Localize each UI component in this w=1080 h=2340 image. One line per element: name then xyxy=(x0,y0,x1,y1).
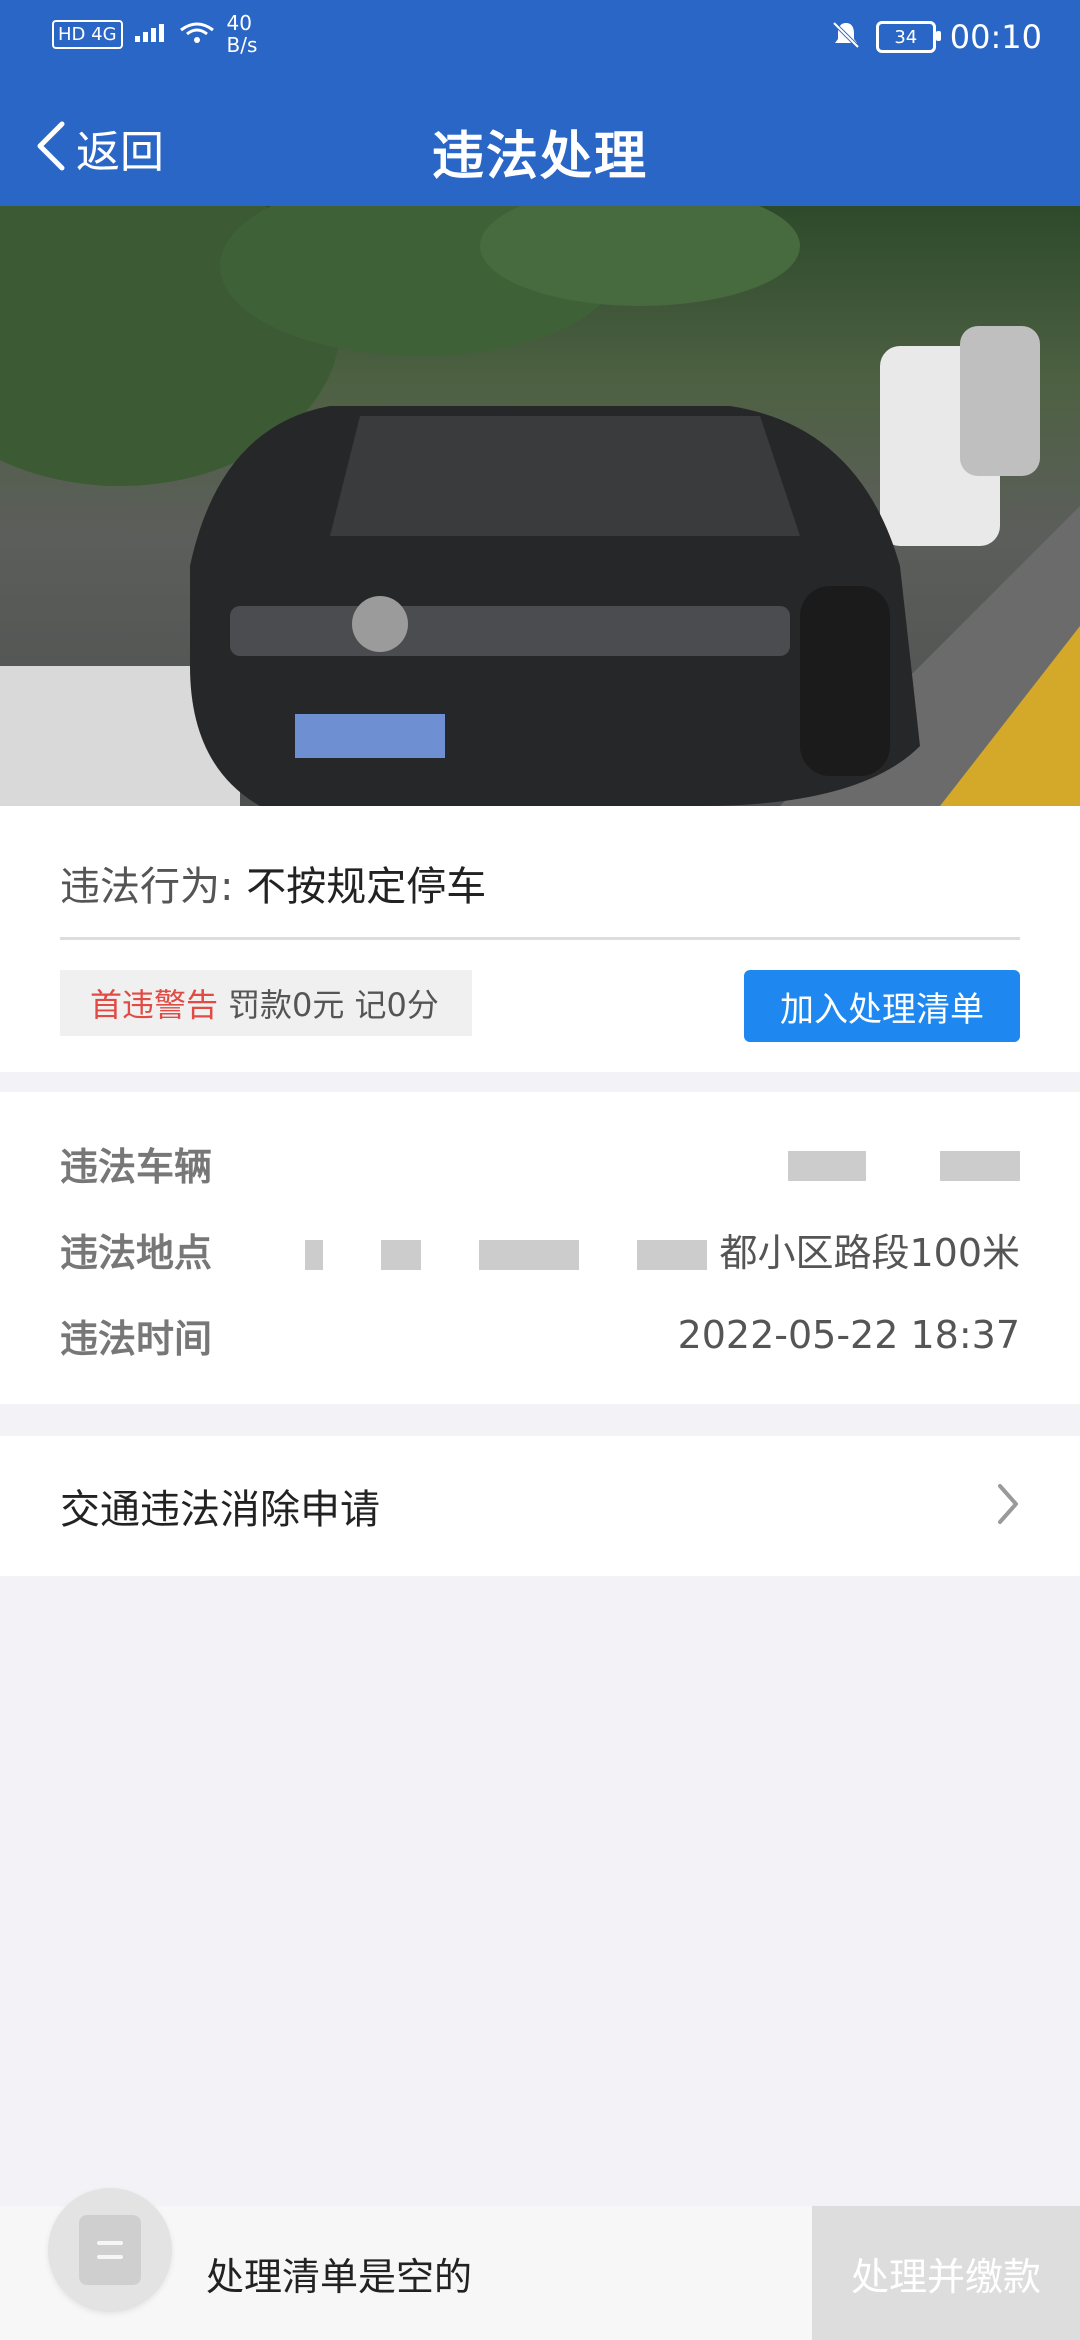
penalty-tag: 首违警告 罚款0元 记0分 xyxy=(60,970,472,1036)
location-value-suffix: 都小区路段100米 xyxy=(719,1230,1020,1275)
status-time: 00:10 xyxy=(949,18,1042,56)
list-icon xyxy=(79,2215,141,2285)
empty-list-text: 处理清单是空的 xyxy=(206,2255,473,2299)
battery-indicator: 34 xyxy=(875,21,941,53)
violation-card: 违法行为: 不按规定停车 首违警告 罚款0元 记0分 加入处理清单 xyxy=(0,806,1080,1072)
app-root: HD 4G 40 B/s 34 00:10 返回 违法处理 违法行为: 不按规定… xyxy=(0,0,1080,2340)
location-value: 都小区路段100米 xyxy=(304,1222,1020,1277)
violation-photo-illustration xyxy=(0,206,1080,806)
bell-muted-icon xyxy=(830,19,862,55)
violation-behavior: 违法行为: 不按规定停车 xyxy=(60,854,486,912)
redaction-mask xyxy=(304,1240,323,1270)
status-right: 34 00:10 xyxy=(830,18,1042,56)
penalty-detail: 罚款0元 记0分 xyxy=(228,986,439,1024)
vehicle-row: 违法车辆 xyxy=(60,1128,1020,1198)
time-value: 2022-05-22 18:37 xyxy=(677,1313,1020,1357)
speed-unit: B/s xyxy=(226,33,258,57)
status-left: HD 4G 40 B/s xyxy=(52,12,257,56)
nav-bar: 返回 违法处理 xyxy=(0,76,1080,206)
wifi-icon xyxy=(177,20,217,48)
redaction-mask xyxy=(940,1150,1020,1181)
speed-value: 40 xyxy=(226,11,252,35)
behavior-value: 不按规定停车 xyxy=(246,864,487,910)
elimination-label: 交通违法消除申请 xyxy=(60,1487,380,1533)
network-indicator: HD 4G xyxy=(52,19,123,49)
add-to-list-button[interactable]: 加入处理清单 xyxy=(744,970,1020,1042)
vehicle-label: 违法车辆 xyxy=(60,1144,213,1189)
violation-photo[interactable] xyxy=(0,206,1080,806)
list-button[interactable] xyxy=(48,2188,172,2312)
redaction-mask xyxy=(381,1240,421,1270)
chevron-right-icon xyxy=(996,1482,1020,1530)
page-title: 违法处理 xyxy=(431,127,648,187)
process-and-pay-button[interactable]: 处理并缴款 xyxy=(812,2206,1080,2340)
redaction-mask xyxy=(637,1240,708,1270)
divider xyxy=(60,937,1020,940)
first-warning-badge: 首违警告 xyxy=(90,986,219,1024)
behavior-label: 违法行为: xyxy=(60,864,234,910)
network-speed: 40 B/s xyxy=(227,12,258,56)
signal-icon xyxy=(133,20,167,48)
bottom-bar: 处理清单是空的 处理并缴款 xyxy=(0,2188,1080,2340)
vehicle-value-masked xyxy=(787,1141,1020,1185)
location-label: 违法地点 xyxy=(60,1230,213,1275)
redaction-mask xyxy=(479,1240,580,1270)
redaction-mask xyxy=(787,1150,866,1181)
location-row: 违法地点 都小区路段100米 xyxy=(60,1214,1020,1284)
battery-level: 34 xyxy=(894,26,918,48)
elimination-application-row[interactable]: 交通违法消除申请 xyxy=(0,1436,1080,1576)
time-row: 违法时间 2022-05-22 18:37 xyxy=(60,1300,1020,1370)
status-bar: HD 4G 40 B/s 34 00:10 xyxy=(0,0,1080,76)
details-card: 违法车辆 违法地点 都小区路段100米 违法时间 2022-05-22 18:3… xyxy=(0,1092,1080,1404)
time-label: 违法时间 xyxy=(60,1316,213,1361)
